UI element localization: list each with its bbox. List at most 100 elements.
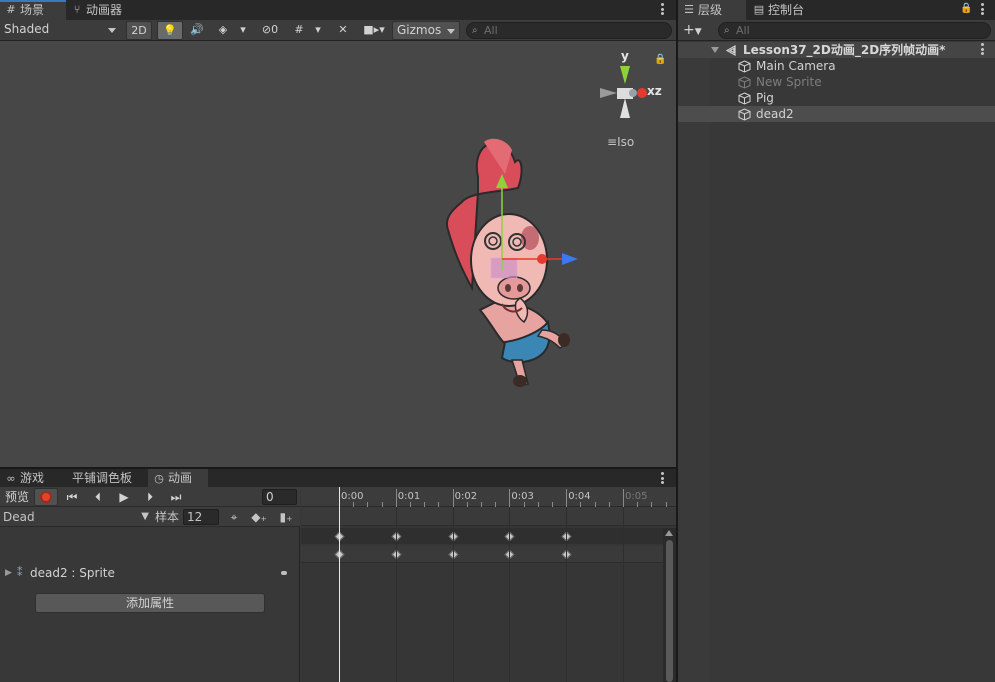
scene-viewport[interactable]: y xz 🔒 ≡Iso (0, 42, 676, 467)
sample-rate-field[interactable]: 12 (183, 509, 219, 525)
search-icon: ⌕ (724, 25, 730, 36)
hierarchy-item-label: New Sprite (756, 75, 822, 89)
effects-toggle[interactable]: ◈ (211, 21, 235, 40)
create-dropdown[interactable]: +▼ (683, 21, 709, 39)
add-event-button[interactable]: ▮₊ (278, 509, 294, 525)
orientation-gizmo[interactable] (0, 42, 676, 467)
ruler-label: 0:01 (397, 491, 421, 502)
scene-root-row[interactable]: Lesson37_2D动画_2D序列帧动画* (678, 42, 995, 58)
play-button[interactable]: ▶ (113, 488, 135, 506)
scroll-up-arrow-icon[interactable] (665, 530, 673, 536)
filter-by-selection-button[interactable]: ⌖ (226, 509, 242, 525)
tab-tile-palette[interactable]: 平铺调色板 (62, 469, 148, 487)
hierarchy-window: ☰ 层级 ▤ 控制台 🔒 +▼ ⌕ Lesson37_2D动画_2D序列帧动画*… (678, 0, 995, 682)
tab-animator[interactable]: ⑂ 动画器 (66, 0, 136, 20)
hierarchy-search-field[interactable]: ⌕ (718, 22, 991, 39)
tab-hierarchy[interactable]: ☰ 层级 (678, 0, 746, 20)
tools-toggle[interactable]: ✕ (331, 21, 355, 40)
hierarchy-menu-icon[interactable] (980, 3, 986, 17)
dopesheet[interactable]: 0:00 0:01 0:02 0:03 0:04 0:05 (301, 487, 676, 682)
tab-game[interactable]: ∞ 游戏 (0, 469, 62, 487)
scene-menu-icon[interactable] (660, 3, 666, 17)
timeline-ruler[interactable]: 0:00 0:01 0:02 0:03 0:04 0:05 (301, 487, 676, 507)
ruler-major-tick (509, 489, 511, 507)
clip-dropdown[interactable]: Dead ▼ (3, 509, 151, 525)
gameobject-cube-icon (738, 60, 751, 73)
effects-layers-icon: ◈ (218, 23, 228, 36)
orientation-y-cone[interactable] (620, 66, 630, 84)
preview-label: 预览 (4, 490, 29, 504)
add-event-icon: ▮₊ (279, 510, 293, 524)
horizontal-splitter[interactable] (0, 467, 676, 469)
playhead[interactable] (339, 487, 340, 682)
timeline-grid-line (509, 507, 511, 682)
property-options-dot-icon[interactable] (281, 571, 287, 575)
dopesheet-scrollbar[interactable] (663, 528, 676, 682)
projection-toggle[interactable]: ≡Iso (607, 135, 634, 149)
sprite-keyframe-row[interactable] (301, 546, 663, 563)
skip-to-start-icon: ⏮ (66, 490, 78, 504)
last-frame-button[interactable]: ⏭ (165, 488, 187, 506)
orientation-neg-y-cone[interactable] (620, 98, 630, 118)
lighting-toggle[interactable]: 💡 (157, 21, 183, 40)
hidden-objects-toggle[interactable]: ⊘0 (254, 21, 286, 40)
tab-animation[interactable]: ◷ 动画 (148, 469, 208, 487)
hierarchy-item[interactable]: New Sprite (678, 74, 995, 90)
add-property-label: 添加属性 (125, 596, 174, 610)
prev-frame-button[interactable]: ⏴ (87, 488, 109, 506)
hierarchy-item[interactable]: Main Camera (678, 58, 995, 74)
preview-toggle[interactable]: 预览 (2, 488, 32, 506)
scene-tabbar: # 场景 ⑂ 动画器 (0, 0, 676, 20)
scene-options-icon[interactable] (980, 43, 986, 57)
tab-scene[interactable]: # 场景 (0, 0, 66, 20)
playback-controls: 预览 ⏮ ⏴ ▶ ⏵ ⏭ 0 (0, 487, 300, 507)
orientation-neg-x-cone[interactable] (600, 88, 617, 98)
animation-properties-pane: 预览 ⏮ ⏴ ▶ ⏵ ⏭ 0 Dead ▼ 样本 12 ⌖ ◆₊ ▮₊ ▶ ⁑ … (0, 487, 300, 682)
camera-dropdown[interactable]: ■▸▾ (358, 21, 390, 40)
next-frame-button[interactable]: ⏵ (139, 488, 161, 506)
expand-triangle-icon[interactable]: ▶ (5, 564, 12, 582)
lock-icon[interactable]: 🔒 (654, 54, 666, 65)
event-row[interactable] (301, 507, 676, 526)
hierarchy-search-input[interactable] (736, 23, 916, 38)
foldout-arrow-icon[interactable] (711, 47, 719, 53)
vertical-splitter[interactable] (676, 0, 678, 682)
hierarchy-item[interactable]: Pig (678, 90, 995, 106)
animation-clock-icon: ◷ (154, 472, 164, 485)
lock-icon[interactable]: 🔒 (960, 3, 972, 14)
speaker-icon: 🔊 (190, 23, 204, 36)
audio-toggle[interactable]: 🔊 (185, 21, 209, 40)
grid-dropdown[interactable]: ▾ (311, 21, 325, 40)
orientation-x-handle[interactable] (637, 88, 647, 98)
gizmos-dropdown[interactable]: Gizmos (392, 21, 460, 40)
effects-dropdown[interactable]: ▾ (236, 21, 250, 40)
timeline-grid-line (395, 507, 397, 682)
current-frame-field[interactable]: 0 (262, 489, 297, 505)
scene-search-input[interactable] (484, 23, 664, 38)
scrollbar-thumb[interactable] (666, 540, 673, 682)
scene-search-field[interactable]: ⌕ (466, 22, 672, 39)
tools-icon: ✕ (338, 23, 348, 36)
record-button[interactable] (34, 488, 58, 506)
summary-keyframe-row[interactable] (301, 528, 663, 544)
hierarchy-item-selected[interactable]: dead2 (678, 106, 995, 122)
shading-mode-dropdown[interactable]: Shaded (0, 21, 120, 40)
ruler-label: 0:00 (341, 491, 364, 502)
add-keyframe-button[interactable]: ◆₊ (250, 509, 268, 525)
ruler-label: 0:02 (454, 491, 478, 502)
hierarchy-gutter (678, 42, 710, 682)
first-frame-button[interactable]: ⏮ (61, 488, 83, 506)
hierarchy-list-icon: ☰ (684, 3, 694, 16)
sprite-renderer-icon: ⁑ (17, 566, 23, 579)
animation-menu-icon[interactable] (660, 472, 666, 486)
tab-console[interactable]: ▤ 控制台 (748, 0, 828, 20)
grid-toggle[interactable]: # (288, 21, 310, 40)
orientation-xz-label: xz (647, 84, 662, 98)
property-row[interactable]: ▶ ⁑ dead2 : Sprite (0, 564, 300, 582)
skip-to-end-icon: ⏭ (170, 490, 182, 504)
orientation-z-handle[interactable] (629, 89, 637, 97)
timeline-grid-line (623, 507, 624, 682)
add-property-button[interactable]: 添加属性 (35, 593, 265, 613)
2d-mode-button[interactable]: 2D (126, 21, 152, 40)
ruler-major-tick (566, 489, 568, 507)
